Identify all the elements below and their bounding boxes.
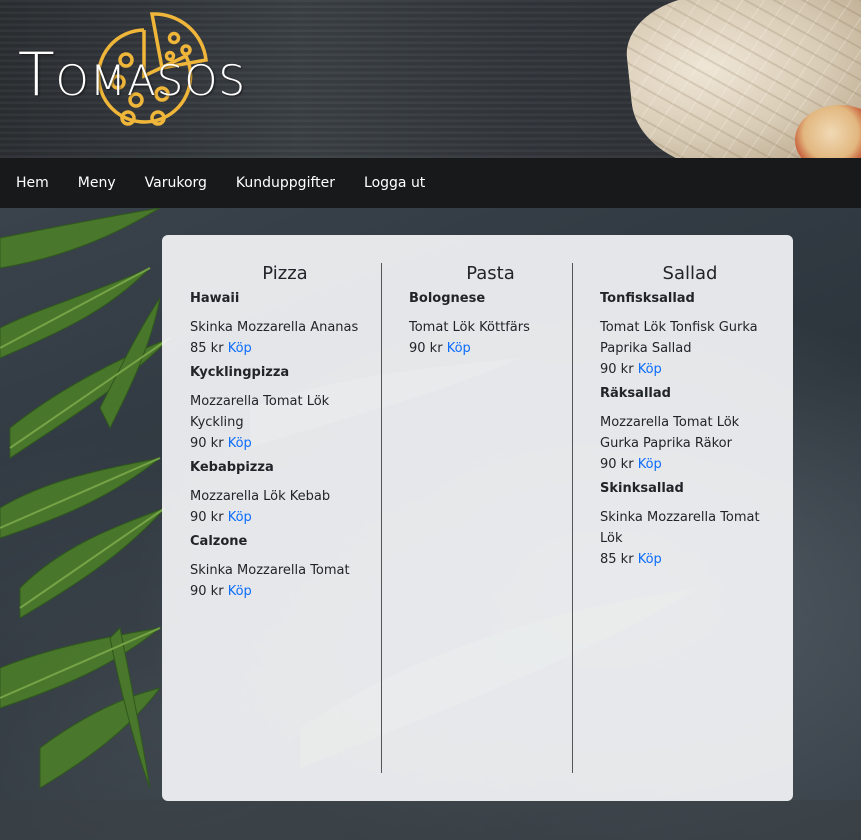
buy-link[interactable]: Köp [228, 510, 252, 525]
item-ingredients: Mozzarella Tomat Lök Gurka Paprika Räkor [600, 415, 740, 451]
item-price: 90 kr [190, 436, 224, 451]
item-name: Hawaii [190, 291, 240, 306]
site-header: Tomasos [0, 0, 861, 158]
buy-link[interactable]: Köp [228, 341, 252, 356]
item-price: 90 kr [190, 584, 224, 599]
menu-card: Pizza Hawaii Skinka Mozzarella Ananas 85… [162, 235, 793, 801]
item-price-row: 90 kr Köp [190, 581, 380, 602]
buy-link[interactable]: Köp [638, 552, 662, 567]
list-item: Hawaii Skinka Mozzarella Ananas 85 kr Kö… [190, 291, 380, 359]
item-name: Kycklingpizza [190, 365, 290, 380]
pizza-column: Pizza Hawaii Skinka Mozzarella Ananas 85… [190, 263, 380, 608]
buy-link[interactable]: Köp [638, 457, 662, 472]
item-name: Calzone [190, 534, 248, 549]
item-name: Räksallad [600, 386, 671, 401]
nav-logga-ut[interactable]: Logga ut [364, 175, 425, 191]
item-name: Skinksallad [600, 481, 684, 496]
item-name: Bolognese [409, 291, 486, 306]
item-price: 90 kr [600, 362, 634, 377]
list-item: Räksallad Mozzarella Tomat Lök Gurka Pap… [600, 386, 780, 475]
item-price-row: 90 kr Köp [600, 359, 780, 380]
pasta-column: Pasta Bolognese Tomat Lök Köttfärs 90 kr… [409, 263, 572, 365]
sallad-heading: Sallad [662, 263, 718, 284]
list-item: Bolognese Tomat Lök Köttfärs 90 kr Köp [409, 291, 572, 359]
item-name: Tonfisksallad [600, 291, 695, 306]
footer-strip [0, 800, 861, 840]
list-item: Kycklingpizza Mozzarella Tomat Lök Kyckl… [190, 365, 380, 454]
main-nav: Hem Meny Varukorg Kunduppgifter Logga ut [0, 158, 861, 208]
item-price: 90 kr [409, 341, 443, 356]
nav-varukorg[interactable]: Varukorg [145, 175, 207, 191]
item-ingredients: Skinka Mozzarella Tomat Lök [600, 510, 760, 546]
item-ingredients: Mozzarella Lök Kebab [190, 489, 331, 504]
item-price-row: 85 kr Köp [600, 549, 780, 570]
item-price-row: 85 kr Köp [190, 338, 380, 359]
buy-link[interactable]: Köp [638, 362, 662, 377]
sallad-column: Sallad Tonfisksallad Tomat Lök Tonfisk G… [600, 263, 780, 576]
nav-kunduppgifter[interactable]: Kunduppgifter [236, 175, 335, 191]
item-name: Kebabpizza [190, 460, 274, 475]
item-ingredients: Skinka Mozzarella Ananas [190, 320, 359, 335]
item-ingredients: Tomat Lök Tonfisk Gurka Paprika Sallad [600, 320, 758, 356]
item-price: 85 kr [600, 552, 634, 567]
list-item: Tonfisksallad Tomat Lök Tonfisk Gurka Pa… [600, 291, 780, 380]
item-price: 85 kr [190, 341, 224, 356]
item-price-row: 90 kr Köp [190, 507, 380, 528]
item-ingredients: Mozzarella Tomat Lök Kyckling [190, 394, 330, 430]
nav-hem[interactable]: Hem [16, 175, 49, 191]
column-divider [381, 263, 382, 773]
item-price-row: 90 kr Köp [409, 338, 572, 359]
list-item: Skinksallad Skinka Mozzarella Tomat Lök … [600, 481, 780, 570]
column-divider [572, 263, 573, 773]
item-price-row: 90 kr Köp [190, 433, 380, 454]
item-price: 90 kr [190, 510, 224, 525]
item-ingredients: Skinka Mozzarella Tomat [190, 563, 350, 578]
pasta-heading: Pasta [466, 263, 515, 284]
item-price: 90 kr [600, 457, 634, 472]
item-price-row: 90 kr Köp [600, 454, 780, 475]
buy-link[interactable]: Köp [228, 584, 252, 599]
item-ingredients: Tomat Lök Köttfärs [409, 320, 530, 335]
brand-title: Tomasos [18, 40, 247, 110]
buy-link[interactable]: Köp [447, 341, 471, 356]
list-item: Calzone Skinka Mozzarella Tomat 90 kr Kö… [190, 534, 380, 602]
nav-meny[interactable]: Meny [78, 175, 116, 191]
list-item: Kebabpizza Mozzarella Lök Kebab 90 kr Kö… [190, 460, 380, 528]
pizza-heading: Pizza [262, 263, 308, 284]
buy-link[interactable]: Köp [228, 436, 252, 451]
